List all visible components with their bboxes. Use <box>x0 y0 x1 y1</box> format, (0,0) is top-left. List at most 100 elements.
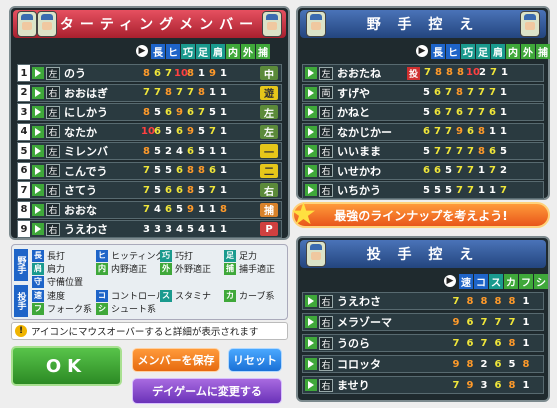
move-arrow-icon[interactable] <box>32 145 44 157</box>
bench-player-row[interactable]: 右いちかう 5 5 5 7 7 1 1 7 <box>302 181 544 199</box>
save-members-button[interactable]: メンバーを保存 <box>132 348 220 372</box>
batting-hand: 右 <box>319 144 333 158</box>
move-arrow-icon[interactable] <box>32 164 44 177</box>
attribute-sort-button[interactable]: 外 <box>521 43 535 59</box>
ok-button[interactable]: OK <box>11 346 122 386</box>
attribute-sort-button[interactable]: 内 <box>226 43 240 59</box>
attribute-sort-button[interactable]: 捕 <box>536 43 550 59</box>
move-arrow-icon[interactable] <box>305 106 317 118</box>
attribute-sort-button[interactable]: 足 <box>476 43 490 59</box>
attribute-sort-button[interactable]: ヒ <box>166 43 180 59</box>
position-badge[interactable]: 二 <box>260 163 278 178</box>
position-badge[interactable]: 右 <box>260 183 278 198</box>
position-badge[interactable]: 捕 <box>260 202 278 217</box>
pitcher-row[interactable]: 右コロッタ 9 8 2 6 5 8 <box>302 355 544 373</box>
bench-player-row[interactable]: 左なかじかー 6 7 7 9 6 8 1 1 <box>302 122 544 141</box>
stat-value: 8 <box>143 67 150 79</box>
starting-player-row[interactable]: 4 右なたか 10 6 5 6 9 5 7 1 左 <box>17 122 282 141</box>
attribute-sort-button[interactable]: シ <box>534 273 548 289</box>
player-stats: 投 7 8 8 8 10 2 7 1 <box>407 66 510 80</box>
reset-button[interactable]: リセット <box>228 348 282 372</box>
attribute-sort-button[interactable]: 捕 <box>256 43 270 59</box>
attribute-sort-button[interactable]: 肩 <box>211 43 225 59</box>
move-arrow-icon[interactable] <box>305 164 317 177</box>
move-arrow-icon[interactable] <box>32 86 44 99</box>
attribute-sort-button[interactable]: 巧 <box>461 43 475 59</box>
attribute-sort-button[interactable]: 外 <box>241 43 255 59</box>
stat-value: 7 <box>456 184 463 196</box>
attribute-sort-button[interactable]: ヒ <box>446 43 460 59</box>
attribute-sort-button[interactable]: カ <box>504 273 518 289</box>
player-stats: 75668571 <box>141 185 229 196</box>
attribute-sort-button[interactable]: 足 <box>196 43 210 59</box>
stat-value: 6 <box>456 106 463 118</box>
day-game-button[interactable]: デイゲームに変更する <box>132 378 282 404</box>
attribute-sort-button[interactable]: 長 <box>431 43 445 59</box>
move-arrow-icon[interactable] <box>305 358 317 370</box>
starting-player-row[interactable]: 9 右うえわさ 3 3 3 4 5 4 1 1 P <box>17 220 282 238</box>
legend-label: シュート系 <box>111 305 157 315</box>
move-arrow-icon[interactable] <box>305 379 317 391</box>
banner-text: 最強のラインナップを考えよう! <box>334 208 508 223</box>
pitcher-row[interactable]: 右うえわさ 7 8 8 8 8 1 <box>302 292 544 310</box>
attribute-sort-button[interactable]: 巧 <box>181 43 195 59</box>
move-arrow-icon[interactable] <box>305 125 317 138</box>
move-arrow-icon[interactable] <box>305 337 317 349</box>
move-arrow-icon[interactable] <box>305 316 317 328</box>
bench-player-row[interactable]: 右いせかわ 6 6 5 7 7 1 7 2 <box>302 161 544 180</box>
pitcher-row[interactable]: 右メラゾーマ 9 6 7 7 7 1 <box>302 313 544 331</box>
move-arrow-icon[interactable] <box>305 67 317 79</box>
move-arrow-icon[interactable] <box>305 295 317 307</box>
throwing-hand: 右 <box>319 315 333 329</box>
stat-value: 6 <box>489 145 496 157</box>
attribute-sort-button[interactable]: フ <box>519 273 533 289</box>
attribute-sort-button[interactable]: ス <box>489 273 503 289</box>
move-arrow-icon[interactable] <box>32 125 44 138</box>
bench-player-row[interactable]: 両すげや 5 6 7 8 7 7 7 1 <box>302 83 544 102</box>
move-arrow-icon[interactable] <box>32 203 44 216</box>
bench-player-row[interactable]: 左おおたね投 7 8 8 8 10 2 7 1 <box>302 64 544 82</box>
pitcher-row[interactable]: 右ませり 7 9 3 6 8 1 <box>302 376 544 394</box>
attribute-sort-button[interactable]: 速 <box>459 273 473 289</box>
bench-player-row[interactable]: 右かねと 5 6 7 6 7 7 6 1 <box>302 103 544 121</box>
stat-value: 1 <box>209 223 216 235</box>
stat-value: 9 <box>466 379 474 391</box>
attribute-sort-button[interactable]: 肩 <box>491 43 505 59</box>
attribute-sort-button[interactable]: コ <box>474 273 488 289</box>
move-arrow-icon[interactable] <box>305 184 317 196</box>
move-arrow-icon[interactable] <box>32 106 44 118</box>
position-badge[interactable]: 左 <box>260 124 278 139</box>
sort-arrow-icon[interactable]: ▶ <box>416 45 428 57</box>
move-arrow-icon[interactable] <box>32 67 44 79</box>
sort-arrow-icon[interactable]: ▶ <box>136 45 148 57</box>
starting-player-row[interactable]: 5 左ミレンバ 8 5 2 4 6 5 1 1 一 <box>17 142 282 160</box>
move-arrow-icon[interactable] <box>305 145 317 157</box>
starting-player-row[interactable]: 1 左のう 8 6 7 10 8 1 9 1 中 <box>17 64 282 82</box>
player-stats: 77877811 <box>141 87 229 98</box>
stat-value: 5 <box>423 87 430 98</box>
attribute-sort-button[interactable]: 内 <box>506 43 520 59</box>
move-arrow-icon[interactable] <box>32 184 44 196</box>
starting-player-row[interactable]: 3 左にしかう 8 5 6 9 6 7 5 1 左 <box>17 103 282 121</box>
position-badge[interactable]: 一 <box>260 144 278 159</box>
stat-value: 6 <box>165 184 172 196</box>
starting-player-row[interactable]: 6 左こんでう 7 5 5 6 8 8 6 1 二 <box>17 161 282 180</box>
position-badge[interactable]: 左 <box>260 105 278 120</box>
move-arrow-icon[interactable] <box>305 86 317 99</box>
stat-value: 6 <box>466 316 474 328</box>
stat-value: 7 <box>467 106 474 118</box>
legend-tag: 巧 <box>160 249 172 262</box>
bench-player-row[interactable]: 右いいまま 5 7 7 7 7 8 6 5 <box>302 142 544 160</box>
position-badge[interactable]: P <box>260 222 278 236</box>
legend-label: コントロール <box>111 292 166 302</box>
sort-arrow-icon[interactable]: ▶ <box>444 275 456 287</box>
position-badge[interactable]: 中 <box>260 66 278 81</box>
pitcher-row[interactable]: 右うのら 7 6 7 6 8 1 <box>302 334 544 352</box>
attribute-sort-button[interactable]: 長 <box>151 43 165 59</box>
starting-player-row[interactable]: 8 右おおな 7 4 6 5 9 1 1 8 捕 <box>17 200 282 219</box>
position-badge[interactable]: 遊 <box>260 85 278 100</box>
starting-player-row[interactable]: 7 右さてう 7 5 6 6 8 5 7 1 右 <box>17 181 282 199</box>
stat-value: 5 <box>187 223 194 235</box>
move-arrow-icon[interactable] <box>32 223 44 235</box>
starting-player-row[interactable]: 2 右おおはぎ 7 7 8 7 7 8 1 1 遊 <box>17 83 282 102</box>
